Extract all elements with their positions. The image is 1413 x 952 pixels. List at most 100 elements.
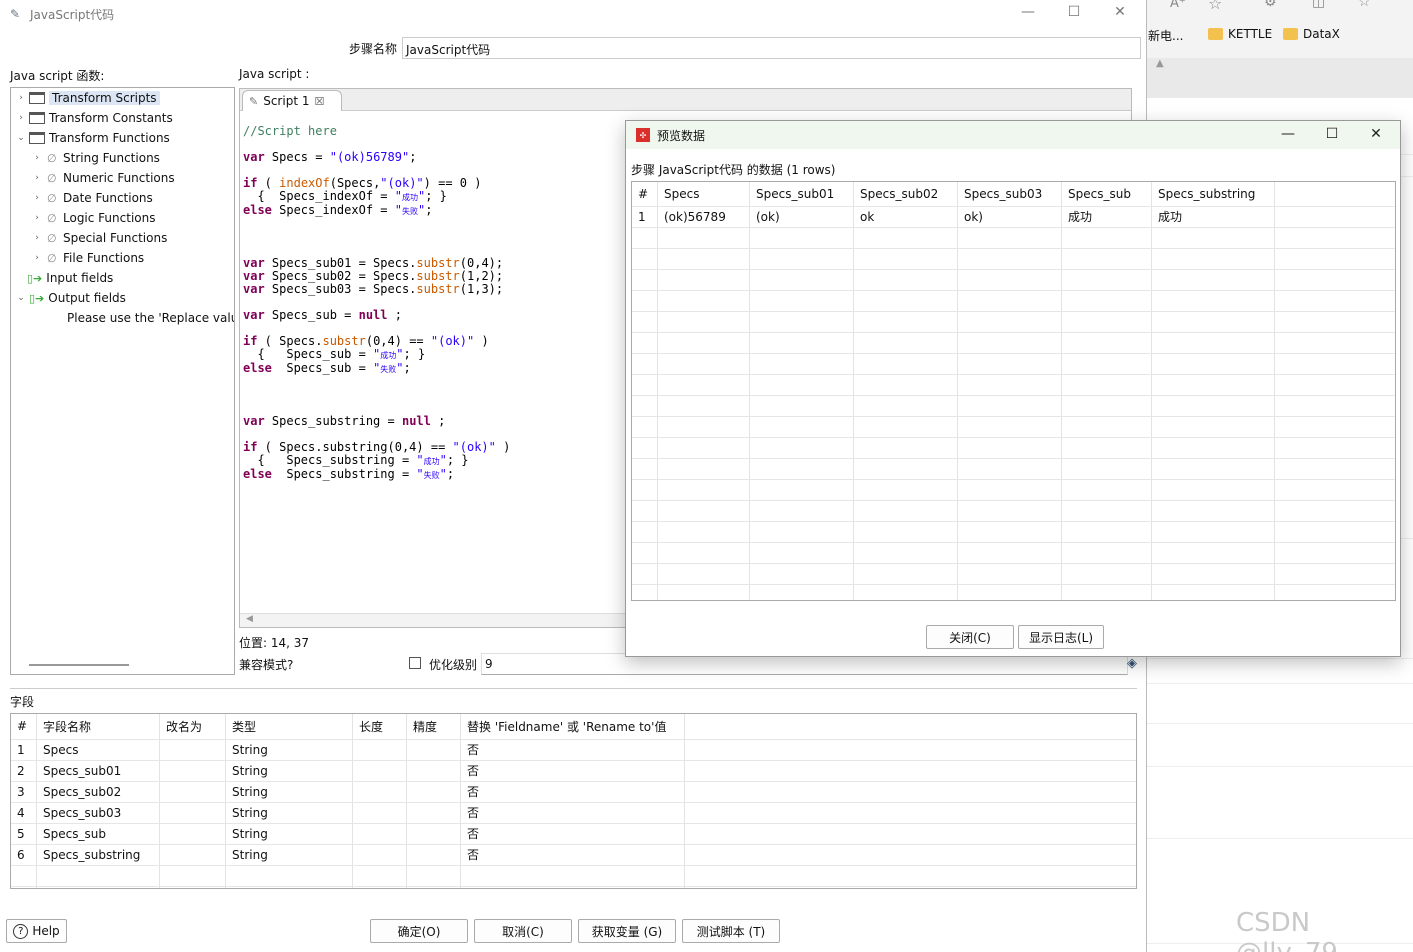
split-screen-icon[interactable]: ◫ <box>1312 0 1325 10</box>
column-header[interactable]: Specs_substring <box>1152 182 1255 206</box>
maximize-icon[interactable]: ☐ <box>1320 126 1344 142</box>
table-cell[interactable]: ok <box>854 206 874 227</box>
tree-item-string-functions[interactable]: › ∅ String Functions <box>31 149 160 167</box>
column-header[interactable]: # <box>632 182 648 206</box>
bookmark-item[interactable]: 新电... <box>1148 27 1183 44</box>
compat-mode-checkbox[interactable] <box>409 657 421 669</box>
row-number[interactable]: 1 <box>11 739 25 760</box>
tree-item-transform-scripts[interactable]: › Transform Scripts <box>15 89 160 107</box>
table-cell[interactable] <box>407 781 413 802</box>
minimize-icon[interactable]: — <box>1016 4 1040 20</box>
chevron-right-icon[interactable]: › <box>15 93 27 103</box>
table-cell[interactable] <box>407 739 413 760</box>
table-cell[interactable] <box>160 781 166 802</box>
table-cell[interactable]: String <box>226 823 268 844</box>
chevron-right-icon[interactable]: › <box>31 173 43 183</box>
table-cell[interactable]: Specs_sub03 <box>37 802 121 823</box>
tree-item-output-fields[interactable]: ⌄ ▯➔ Output fields <box>15 289 126 307</box>
column-header[interactable]: # <box>11 714 27 738</box>
table-cell[interactable]: ok) <box>958 206 983 227</box>
column-header[interactable]: 替换 'Fieldname' 或 'Rename to'值 <box>461 714 666 738</box>
column-header[interactable]: 字段名称 <box>37 714 91 738</box>
scroll-up-icon[interactable]: ▲ <box>1156 58 1164 69</box>
table-cell[interactable] <box>160 760 166 781</box>
table-cell[interactable] <box>353 844 359 865</box>
tree-item-input-fields[interactable]: ▯➔ Input fields <box>27 269 113 287</box>
table-cell[interactable]: Specs_substring <box>37 844 140 865</box>
table-cell[interactable]: 否 <box>461 844 479 865</box>
tab-script-1[interactable]: ✎ Script 1 ☒ <box>242 90 342 111</box>
table-cell[interactable]: Specs_sub02 <box>37 781 121 802</box>
maximize-icon[interactable]: ☐ <box>1062 4 1086 20</box>
table-cell[interactable]: 否 <box>461 781 479 802</box>
column-header[interactable]: 长度 <box>353 714 383 738</box>
table-cell[interactable] <box>353 781 359 802</box>
scroll-left-icon[interactable]: ◀ <box>246 614 253 624</box>
tree-scrollbar[interactable] <box>29 664 129 666</box>
table-cell[interactable]: (ok)56789 <box>658 206 726 227</box>
table-cell[interactable] <box>407 802 413 823</box>
column-header[interactable]: Specs_sub02 <box>854 182 938 206</box>
tree-item-transform-constants[interactable]: › Transform Constants <box>15 109 173 127</box>
chevron-right-icon[interactable]: › <box>31 153 43 163</box>
variable-icon[interactable]: ◈ <box>1127 656 1137 671</box>
row-number[interactable]: 5 <box>11 823 25 844</box>
column-header[interactable]: 类型 <box>226 714 256 738</box>
table-cell[interactable]: 成功 <box>1152 206 1182 227</box>
table-cell[interactable] <box>407 844 413 865</box>
show-log-button[interactable]: 显示日志(L) <box>1018 625 1104 649</box>
table-cell[interactable] <box>160 802 166 823</box>
chevron-down-icon[interactable]: ⌄ <box>15 293 27 303</box>
ok-button[interactable]: 确定(O) <box>370 919 468 943</box>
chevron-right-icon[interactable]: › <box>15 113 27 123</box>
row-number[interactable]: 1 <box>632 206 646 227</box>
table-cell[interactable] <box>407 760 413 781</box>
table-cell[interactable] <box>353 823 359 844</box>
favorites-bar-icon[interactable]: ☆ <box>1358 0 1371 10</box>
cancel-button[interactable]: 取消(C) <box>474 919 572 943</box>
table-cell[interactable] <box>353 760 359 781</box>
tree-item-file-functions[interactable]: › ∅ File Functions <box>31 249 144 267</box>
column-header[interactable]: Specs_sub03 <box>958 182 1042 206</box>
close-icon[interactable]: ✕ <box>1364 126 1388 142</box>
tree-item-numeric-functions[interactable]: › ∅ Numeric Functions <box>31 169 174 187</box>
table-cell[interactable]: 否 <box>461 739 479 760</box>
table-cell[interactable]: 成功 <box>1062 206 1092 227</box>
row-number[interactable]: 4 <box>11 802 25 823</box>
table-cell[interactable]: String <box>226 781 268 802</box>
table-cell[interactable]: String <box>226 739 268 760</box>
row-number[interactable]: 2 <box>11 760 25 781</box>
table-cell[interactable]: (ok) <box>750 206 780 227</box>
table-cell[interactable]: Specs_sub <box>37 823 106 844</box>
table-cell[interactable] <box>160 844 166 865</box>
step-name-input[interactable]: JavaScript代码 <box>402 37 1141 59</box>
code-area[interactable]: //Script here var Specs = "(ok)56789"; i… <box>243 112 510 482</box>
table-cell[interactable] <box>353 802 359 823</box>
get-variables-button[interactable]: 获取变量 (G) <box>578 919 676 943</box>
favorite-icon[interactable]: ☆ <box>1208 0 1222 13</box>
chevron-down-icon[interactable]: ⌄ <box>15 133 27 143</box>
tree-item-date-functions[interactable]: › ∅ Date Functions <box>31 189 153 207</box>
chevron-right-icon[interactable]: › <box>31 193 43 203</box>
column-header[interactable]: 精度 <box>407 714 437 738</box>
bookmark-datax[interactable]: DataX <box>1283 27 1340 41</box>
table-cell[interactable]: Specs <box>37 739 78 760</box>
table-cell[interactable]: String <box>226 802 268 823</box>
column-header[interactable]: Specs_sub <box>1062 182 1131 206</box>
minimize-icon[interactable]: — <box>1276 126 1300 142</box>
row-number[interactable]: 6 <box>11 844 25 865</box>
column-header[interactable]: 改名为 <box>160 714 202 738</box>
tree-item-transform-functions[interactable]: ⌄ Transform Functions <box>15 129 170 147</box>
tree-item-logic-functions[interactable]: › ∅ Logic Functions <box>31 209 155 227</box>
close-button[interactable]: 关闭(C) <box>926 625 1014 649</box>
table-cell[interactable]: Specs_sub01 <box>37 760 121 781</box>
chevron-right-icon[interactable]: › <box>31 253 43 263</box>
table-cell[interactable] <box>160 823 166 844</box>
table-cell[interactable] <box>160 739 166 760</box>
column-header[interactable]: Specs_sub01 <box>750 182 834 206</box>
table-cell[interactable]: 否 <box>461 760 479 781</box>
table-cell[interactable]: String <box>226 760 268 781</box>
read-aloud-icon[interactable]: A⁺ <box>1170 0 1186 11</box>
table-cell[interactable]: String <box>226 844 268 865</box>
test-script-button[interactable]: 测试脚本 (T) <box>682 919 780 943</box>
